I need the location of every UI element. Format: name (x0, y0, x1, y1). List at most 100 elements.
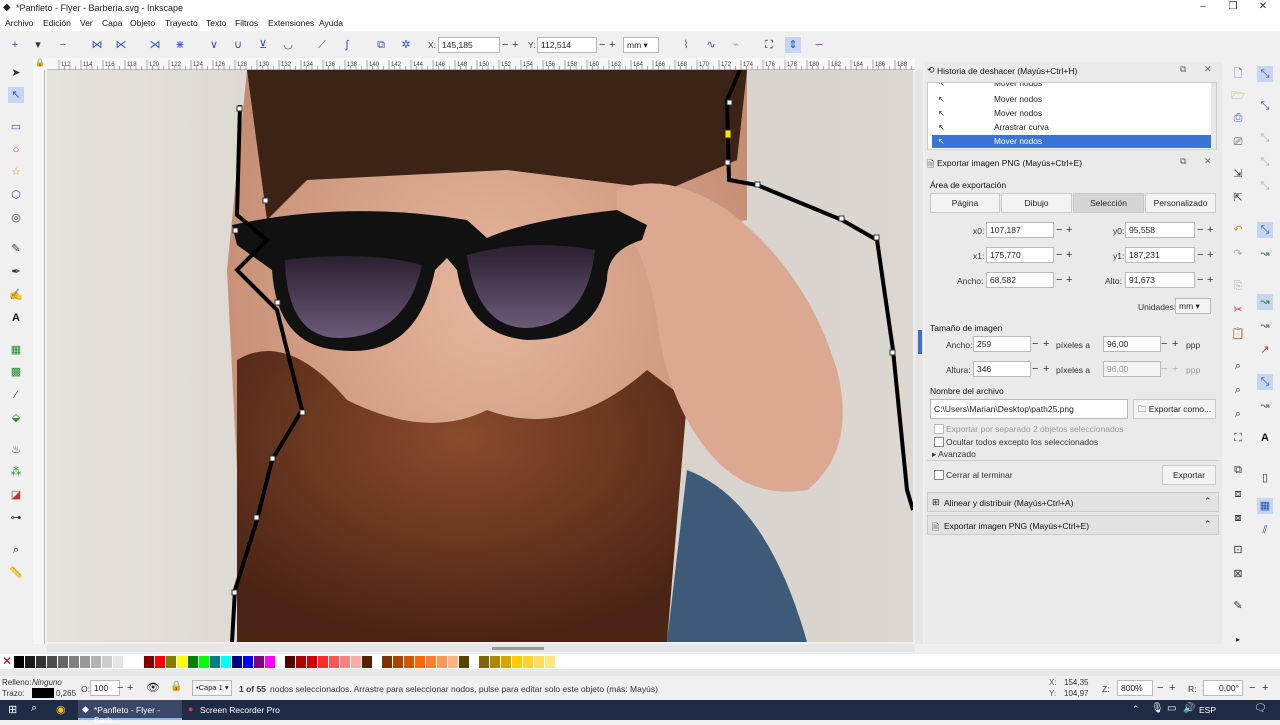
palette-swatch[interactable] (512, 656, 522, 668)
rectangle-tool-icon[interactable]: ▭ (8, 119, 24, 135)
segment-line-icon[interactable]: ⟋ (314, 37, 330, 53)
zoom-minus[interactable]: − (1157, 681, 1163, 695)
export-png-panel-tab[interactable]: 🗎 Exportar imagen PNG (Mayús+Ctrl+E) ⌃ (927, 515, 1219, 535)
stroke-to-path-icon[interactable]: ✲ (398, 37, 414, 53)
lock-guides-icon[interactable]: 🔒 (33, 58, 47, 70)
x0-minus[interactable]: − (1056, 223, 1062, 237)
path-effect-icon[interactable]: ⌇ (678, 37, 694, 53)
connector-tool-icon[interactable]: ⊶ (8, 510, 24, 526)
area-custom-button[interactable]: Personalizado (1145, 193, 1216, 213)
undo-icon[interactable]: ↶ (1230, 222, 1246, 238)
node-cusp-icon[interactable]: ∨ (206, 37, 222, 53)
insert-node-icon[interactable]: + (7, 37, 23, 53)
gradient-tool-icon[interactable]: ▦ (8, 342, 24, 358)
menu-trayecto[interactable]: Trayecto (165, 18, 198, 28)
palette-swatch[interactable] (329, 656, 339, 668)
img-width-field[interactable]: 259 (973, 336, 1031, 352)
close-when-done-checkbox[interactable] (934, 470, 944, 480)
palette-swatch[interactable] (318, 656, 328, 668)
export-as-button[interactable]: 🗀 Exportar como... (1133, 399, 1216, 419)
img-width-minus[interactable]: − (1032, 337, 1038, 351)
menu-extensiones[interactable]: Extensiones (268, 18, 314, 28)
zoom-field[interactable]: 800% (1117, 680, 1153, 696)
list-item-selected[interactable]: ↖ Mover nodos (932, 135, 1216, 148)
panel-close-icon[interactable]: ✕ (1204, 156, 1212, 167)
snap-bbox-edges-icon[interactable]: ⤡ (1257, 130, 1273, 146)
export-separate-checkbox[interactable] (934, 424, 944, 434)
y-minus-button[interactable]: − (599, 38, 605, 52)
height-minus[interactable]: − (1197, 273, 1203, 287)
snap-bbox-midpoints-icon[interactable]: ⤡ (1257, 178, 1273, 194)
palette-swatch[interactable] (69, 656, 79, 668)
palette-swatch[interactable] (501, 656, 511, 668)
y1-plus[interactable]: + (1207, 248, 1213, 262)
zoom-width-icon[interactable]: ⛶ (1230, 430, 1246, 446)
ungroup-icon[interactable]: ⊠ (1230, 566, 1246, 582)
vertical-scrollbar[interactable] (915, 70, 923, 644)
palette-swatch[interactable] (210, 656, 220, 668)
palette-swatch[interactable] (36, 656, 46, 668)
taskbar-item-recorder[interactable]: ● Screen Recorder Pro (184, 700, 280, 720)
panel-float-icon[interactable]: ⧉ (1180, 156, 1186, 167)
collapse-chevron-icon[interactable]: ⌃ (1204, 496, 1212, 507)
dpi-field[interactable]: 96,00 (1103, 336, 1161, 352)
img-height-plus[interactable]: + (1043, 362, 1049, 376)
3d-box-tool-icon[interactable]: ⬡ (8, 187, 24, 203)
rotation-minus[interactable]: − (1249, 681, 1255, 695)
palette-swatch[interactable] (14, 656, 24, 668)
palette-scrollbar[interactable] (0, 669, 1280, 676)
selector-tool-icon[interactable]: ➤ (8, 65, 24, 81)
palette-swatch[interactable] (382, 656, 392, 668)
ellipse-tool-icon[interactable]: ○ (8, 142, 24, 158)
zoom-tool-icon[interactable]: ⌕ (8, 542, 24, 558)
area-selection-button[interactable]: Selección (1073, 193, 1144, 213)
advanced-expander[interactable]: ▸ Avanzado (932, 449, 976, 460)
snap-page-icon[interactable]: ▯ (1257, 470, 1273, 486)
img-height-minus[interactable]: − (1032, 362, 1038, 376)
palette-swatch[interactable] (534, 656, 544, 668)
fill-stroke-icon[interactable]: ✎ (1230, 598, 1246, 614)
palette-swatch[interactable] (351, 656, 361, 668)
open-icon[interactable]: 🗁 (1230, 88, 1246, 104)
menu-filtros[interactable]: Filtros (235, 18, 258, 28)
palette-swatch[interactable] (523, 656, 533, 668)
palette-swatch[interactable] (124, 656, 134, 668)
snap-others-icon[interactable]: ⤡ (1257, 374, 1273, 390)
palette-swatch[interactable] (448, 656, 458, 668)
palette-swatch[interactable] (426, 656, 436, 668)
area-page-button[interactable]: Página (930, 193, 1000, 213)
zoom-plus[interactable]: + (1169, 681, 1175, 695)
dropdown-icon[interactable]: ▾ (30, 37, 46, 53)
menu-objeto[interactable]: Objeto (130, 18, 155, 28)
snap-nodes-icon[interactable]: ⤡ (1257, 222, 1273, 238)
copy-icon[interactable]: ⎘ (1230, 278, 1246, 294)
redo-icon[interactable]: ↷ (1230, 246, 1246, 262)
width-field[interactable]: 68,582 (986, 272, 1054, 288)
new-document-icon[interactable]: 🗋 (1230, 66, 1246, 82)
print-icon[interactable]: ⎚ (1230, 134, 1246, 150)
spray-tool-icon[interactable]: ⁂ (8, 464, 24, 480)
unlink-clone-icon[interactable]: ⧇ (1230, 510, 1246, 526)
toggle-lock-icon[interactable]: 🔒 (170, 681, 182, 692)
history-scrollbar[interactable] (1211, 83, 1216, 149)
pencil-tool-icon[interactable]: ✎ (8, 241, 24, 257)
list-item[interactable]: ↖ Mover nodos (932, 107, 1216, 120)
zoom-page-icon[interactable]: ⌕ (1230, 406, 1246, 422)
dpi-plus[interactable]: + (1172, 337, 1178, 351)
microphone-icon[interactable]: 🎙 (1151, 703, 1164, 714)
x0-field[interactable]: 107,187 (986, 222, 1054, 238)
palette-swatch[interactable] (340, 656, 350, 668)
x-minus-button[interactable]: − (502, 38, 508, 52)
paste-icon[interactable]: 📋 (1230, 326, 1246, 342)
snap-cusp-icon[interactable]: ↝ (1257, 294, 1273, 310)
break-path-icon[interactable]: ⋉ (113, 37, 129, 53)
zoom-drawing-icon[interactable]: ⌕ (1230, 382, 1246, 398)
tweak-tool-icon[interactable]: ♨ (8, 442, 24, 458)
y1-field[interactable]: 187,231 (1125, 247, 1195, 263)
search-icon[interactable]: ⌕ (31, 702, 37, 715)
palette-swatch[interactable] (479, 656, 489, 668)
zoom-selection-icon[interactable]: ⌕ (1230, 358, 1246, 374)
x1-plus[interactable]: + (1066, 248, 1072, 262)
object-to-path-icon[interactable]: ⧉ (373, 37, 389, 53)
clone-icon[interactable]: ⧈ (1230, 486, 1246, 502)
